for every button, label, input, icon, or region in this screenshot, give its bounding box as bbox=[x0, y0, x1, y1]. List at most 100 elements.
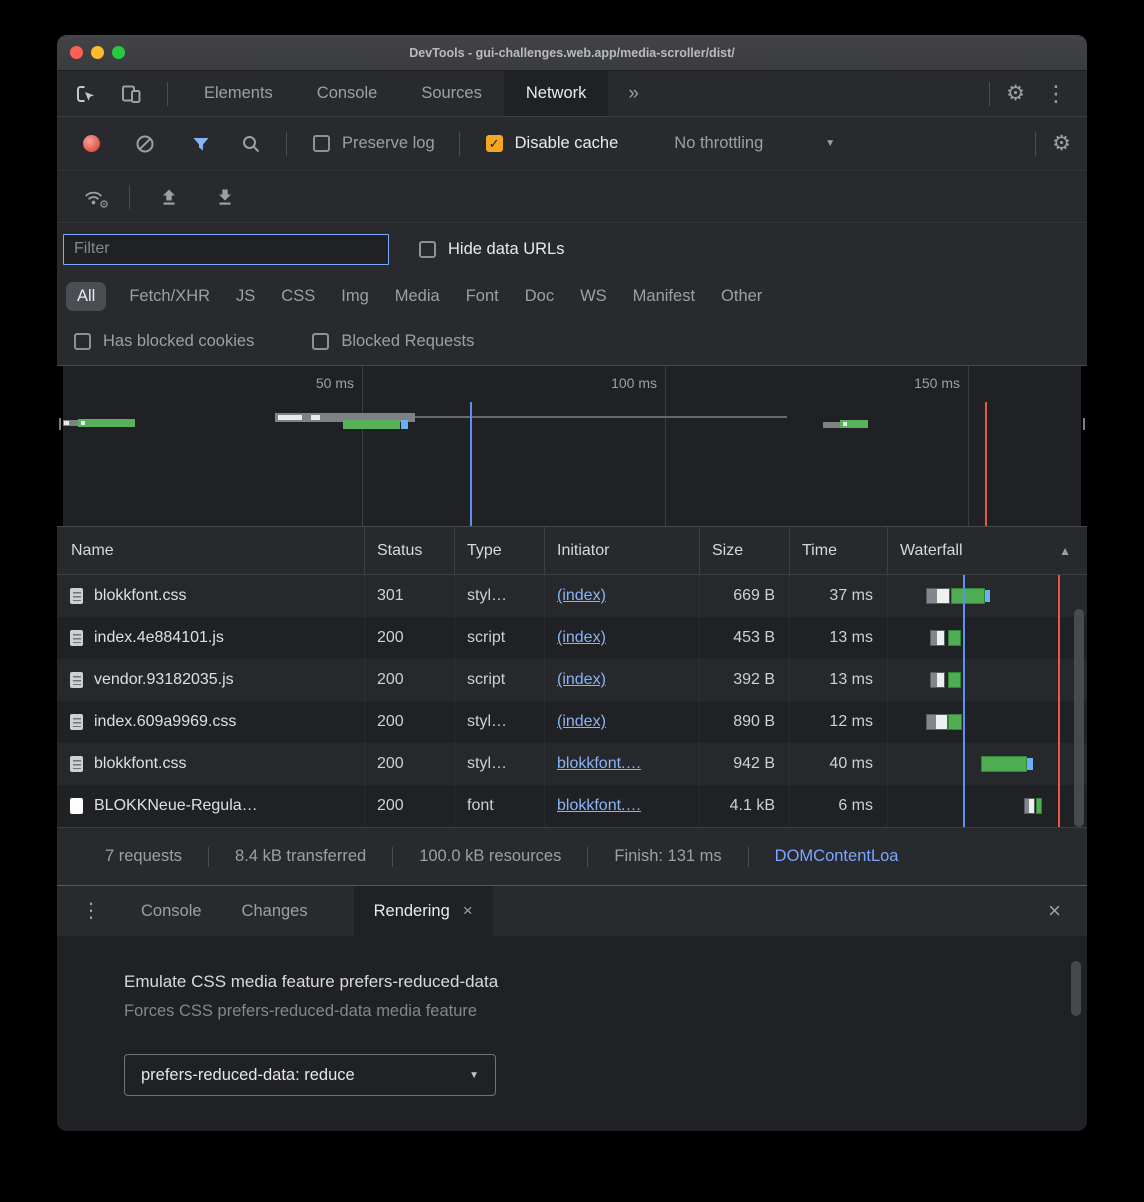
rendering-panel: Emulate CSS media feature prefers-reduce… bbox=[57, 936, 1087, 1131]
column-header-type[interactable]: Type bbox=[455, 527, 545, 574]
filter-chip-fetch-xhr[interactable]: Fetch/XHR bbox=[129, 287, 210, 306]
drawer-tab-console[interactable]: Console bbox=[121, 886, 222, 936]
titlebar[interactable]: DevTools - gui-challenges.web.app/media-… bbox=[57, 35, 1087, 71]
customize-menu-icon[interactable]: ⋮ bbox=[1041, 83, 1087, 105]
filter-chip-css[interactable]: CSS bbox=[281, 287, 315, 306]
tab-network[interactable]: Network bbox=[504, 71, 609, 116]
close-tab-icon[interactable]: × bbox=[463, 901, 473, 921]
drawer-scrollbar[interactable] bbox=[1071, 961, 1081, 1016]
prefers-reduced-data-select[interactable]: prefers-reduced-data: reduce ▼ bbox=[124, 1054, 496, 1096]
request-name: BLOKKNeue-Regula… bbox=[94, 797, 258, 815]
filter-chip-other[interactable]: Other bbox=[721, 287, 762, 306]
table-row[interactable]: blokkfont.css 301 styl… (index) 669 B 37… bbox=[57, 575, 1087, 617]
request-type: styl… bbox=[455, 701, 545, 743]
filter-chip-all[interactable]: All bbox=[66, 282, 106, 311]
filter-chip-img[interactable]: Img bbox=[341, 287, 369, 306]
network-filter-input[interactable] bbox=[63, 234, 389, 265]
request-status: 301 bbox=[365, 575, 455, 617]
hide-data-urls-checkbox[interactable] bbox=[419, 241, 436, 258]
tab-label: Console bbox=[317, 84, 378, 103]
column-header-time[interactable]: Time bbox=[790, 527, 888, 574]
request-time: 6 ms bbox=[790, 785, 888, 827]
more-tabs-icon[interactable]: » bbox=[608, 83, 659, 105]
initiator-link[interactable]: (index) bbox=[557, 713, 606, 731]
request-size: 890 B bbox=[700, 701, 790, 743]
close-window-button[interactable] bbox=[70, 46, 83, 59]
device-toolbar-icon[interactable] bbox=[119, 82, 143, 106]
request-name: blokkfont.css bbox=[94, 755, 186, 773]
zoom-window-button[interactable] bbox=[112, 46, 125, 59]
table-row[interactable]: index.609a9969.css 200 styl… (index) 890… bbox=[57, 701, 1087, 743]
stylesheet-file-icon bbox=[70, 756, 83, 772]
overview-right-handle[interactable] bbox=[1081, 366, 1087, 526]
transferred-size: 8.4 kB transferred bbox=[235, 847, 366, 866]
initiator-link[interactable]: (index) bbox=[557, 671, 606, 689]
column-label: Waterfall bbox=[900, 542, 963, 560]
initiator-link[interactable]: (index) bbox=[557, 587, 606, 605]
disable-cache-checkbox[interactable]: ✓ bbox=[486, 135, 503, 152]
filter-chip-manifest[interactable]: Manifest bbox=[633, 287, 695, 306]
resources-size: 100.0 kB resources bbox=[419, 847, 561, 866]
initiator-link[interactable]: blokkfont.… bbox=[557, 755, 641, 773]
finish-time: Finish: 131 ms bbox=[614, 847, 721, 866]
inspect-element-icon[interactable] bbox=[73, 82, 97, 106]
throttling-select[interactable]: No throttling ▼ bbox=[674, 134, 835, 153]
filter-chip-font[interactable]: Font bbox=[466, 287, 499, 306]
column-header-initiator[interactable]: Initiator bbox=[545, 527, 700, 574]
tab-console[interactable]: Console bbox=[295, 71, 400, 116]
filter-chip-doc[interactable]: Doc bbox=[525, 287, 554, 306]
tab-label: Console bbox=[141, 902, 202, 921]
table-row[interactable]: vendor.93182035.js 200 script (index) 39… bbox=[57, 659, 1087, 701]
column-header-status[interactable]: Status bbox=[365, 527, 455, 574]
export-har-icon[interactable] bbox=[214, 186, 236, 208]
tab-label: Rendering bbox=[374, 902, 450, 921]
has-blocked-cookies-checkbox[interactable] bbox=[74, 333, 91, 350]
divider bbox=[208, 847, 209, 867]
blocked-requests-checkbox[interactable] bbox=[312, 333, 329, 350]
network-settings-gear-icon[interactable]: ⚙ bbox=[1036, 133, 1087, 154]
drawer-toolbar: ⋮ Console Changes Rendering × × bbox=[57, 886, 1087, 936]
request-time: 12 ms bbox=[790, 701, 888, 743]
overview-left-handle[interactable] bbox=[57, 366, 63, 526]
filter-chip-ws[interactable]: WS bbox=[580, 287, 607, 306]
request-size: 392 B bbox=[700, 659, 790, 701]
clear-network-log-icon[interactable] bbox=[134, 133, 156, 155]
main-toolbar: Elements Console Sources Network » ⚙ ⋮ bbox=[57, 71, 1087, 117]
record-network-log-button[interactable] bbox=[83, 135, 100, 152]
select-value: prefers-reduced-data: reduce bbox=[141, 1066, 355, 1085]
drawer-tab-rendering[interactable]: Rendering × bbox=[354, 886, 493, 936]
blocked-requests-label: Blocked Requests bbox=[341, 332, 474, 351]
initiator-link[interactable]: (index) bbox=[557, 629, 606, 647]
tab-sources[interactable]: Sources bbox=[399, 71, 504, 116]
search-icon[interactable] bbox=[240, 133, 262, 155]
table-row[interactable]: BLOKKNeue-Regula… 200 font blokkfont.… 4… bbox=[57, 785, 1087, 827]
table-row[interactable]: blokkfont.css 200 styl… blokkfont.… 942 … bbox=[57, 743, 1087, 785]
settings-gear-icon[interactable]: ⚙ bbox=[990, 83, 1041, 104]
drawer: ⋮ Console Changes Rendering × × Emulate … bbox=[57, 885, 1087, 1131]
column-header-name[interactable]: Name bbox=[57, 527, 365, 574]
tab-elements[interactable]: Elements bbox=[182, 71, 295, 116]
filter-funnel-icon[interactable] bbox=[190, 133, 212, 155]
network-conditions-icon[interactable]: ⚙ bbox=[83, 186, 105, 208]
drawer-tab-changes[interactable]: Changes bbox=[222, 886, 328, 936]
filter-chip-js[interactable]: JS bbox=[236, 287, 255, 306]
drawer-more-tools-icon[interactable]: ⋮ bbox=[57, 901, 121, 921]
table-scrollbar[interactable] bbox=[1074, 609, 1084, 827]
minimize-window-button[interactable] bbox=[91, 46, 104, 59]
preserve-log-checkbox[interactable] bbox=[313, 135, 330, 152]
request-type: styl… bbox=[455, 575, 545, 617]
table-header: Name Status Type Initiator Size Time Wat… bbox=[57, 527, 1087, 575]
initiator-link[interactable]: blokkfont.… bbox=[557, 797, 641, 815]
column-header-waterfall[interactable]: Waterfall ▲ bbox=[888, 527, 1087, 574]
domcontentloaded-time: DOMContentLoa bbox=[775, 847, 899, 866]
network-conditions-toolbar: ⚙ bbox=[57, 171, 1087, 223]
import-har-icon[interactable] bbox=[158, 186, 180, 208]
column-header-size[interactable]: Size bbox=[700, 527, 790, 574]
filter-chip-media[interactable]: Media bbox=[395, 287, 440, 306]
throttling-value: No throttling bbox=[674, 134, 763, 153]
overview[interactable]: 50 ms100 ms150 ms bbox=[57, 365, 1087, 527]
request-time: 13 ms bbox=[790, 617, 888, 659]
close-drawer-icon[interactable]: × bbox=[1048, 900, 1061, 922]
table-row[interactable]: index.4e884101.js 200 script (index) 453… bbox=[57, 617, 1087, 659]
request-name: index.4e884101.js bbox=[94, 629, 224, 647]
